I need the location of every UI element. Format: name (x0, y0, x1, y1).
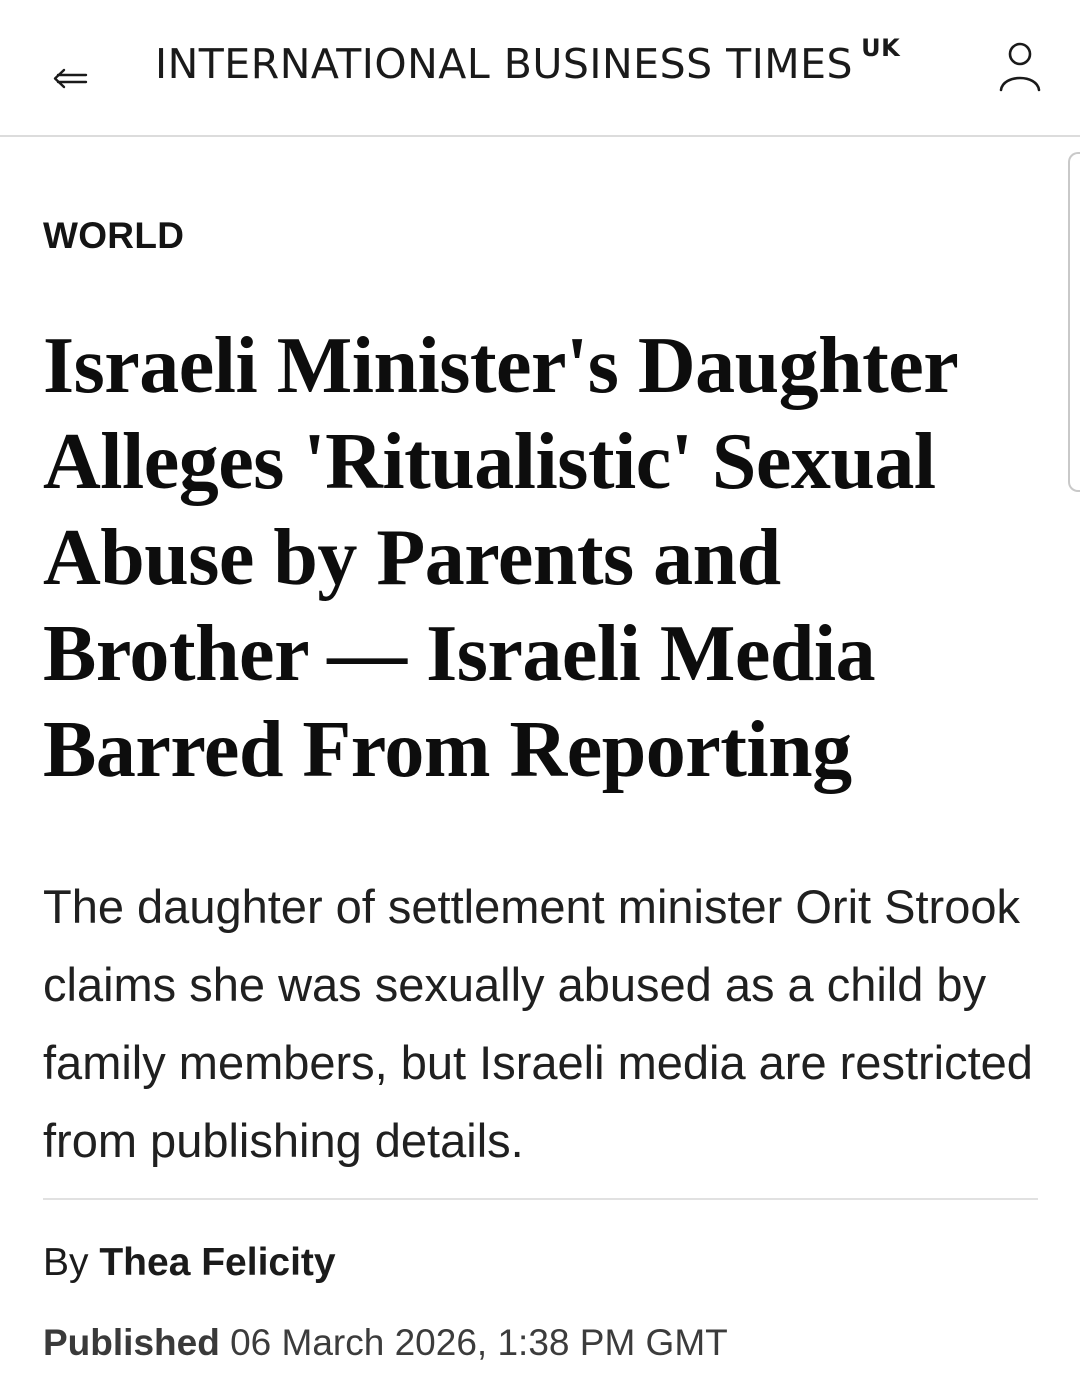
article-standfirst: The daughter of settlement minister Orit… (43, 880, 1033, 1167)
published-info: Published 06 March 2026, 1:38 PM GMT (43, 1322, 728, 1364)
back-arrow-icon (50, 58, 90, 98)
back-button[interactable] (50, 58, 90, 98)
byline-prefix: By (43, 1241, 89, 1284)
account-button[interactable] (995, 40, 1045, 94)
site-logo[interactable]: INTERNATIONAL BUSINESS TIMES UK (155, 34, 900, 88)
brand-name: INTERNATIONAL BUSINESS TIMES (155, 40, 854, 88)
byline: By Thea Felicity (43, 1241, 336, 1285)
user-account-icon (995, 42, 1045, 98)
published-date: 06 March 2026, 1:38 PM GMT (230, 1322, 728, 1363)
site-header: INTERNATIONAL BUSINESS TIMES UK (0, 0, 1080, 137)
author-link[interactable]: Thea Felicity (99, 1241, 335, 1284)
article-headline: Israeli Minister's Daughter Alleges 'Rit… (43, 322, 957, 794)
divider (43, 1198, 1038, 1200)
section-label[interactable]: WORLD (43, 215, 184, 257)
scroll-indicator[interactable] (1068, 152, 1080, 492)
brand-edition: UK (861, 34, 901, 62)
published-label: Published (43, 1322, 220, 1363)
